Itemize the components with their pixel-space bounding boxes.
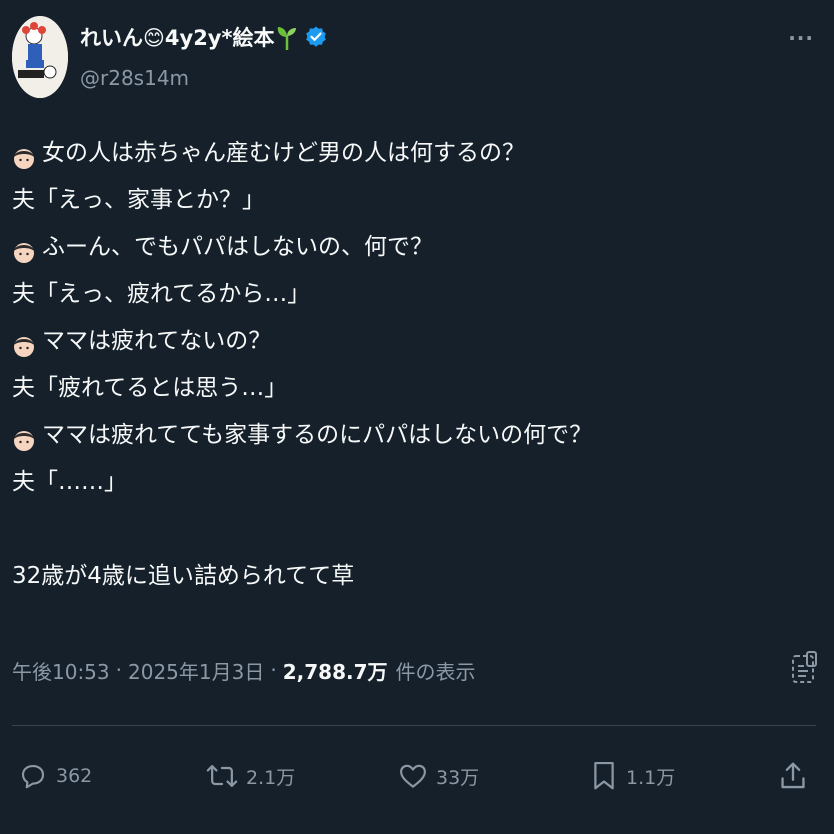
views-label: 件の表示 [395, 659, 476, 684]
tweet-line: 夫「えっ、家事とか？」 [12, 177, 822, 224]
reply-count: 362 [56, 765, 93, 787]
line-text: ふーん、でもパパはしないの、何で？ [42, 234, 433, 260]
repost-icon [206, 765, 238, 787]
share-icon [781, 762, 805, 789]
child-face-icon [12, 235, 36, 263]
tweet-line: ママは疲れてても家事するのにパパはしないの何で？ [12, 412, 822, 459]
like-button[interactable]: 33万 [398, 752, 479, 800]
tweet-time[interactable]: 午後10:53 [12, 656, 110, 685]
tweet-line: 夫「えっ、疲れてるから…」 [12, 271, 822, 318]
reply-button[interactable]: 362 [18, 752, 92, 800]
tweet-meta: 午後10:53 · 2025年1月3日 · 2,788.7万 件の表示 [12, 652, 476, 688]
tweet-line: 夫「疲れてるとは思う…」 [12, 365, 822, 412]
line-text: 夫「疲れてるとは思う…」 [12, 375, 288, 401]
action-bar: 362 2.1万 33万 1.1万 [0, 752, 834, 800]
line-text: ママは疲れてても家事するのにパパはしないの何で？ [42, 422, 593, 448]
author-handle[interactable]: @r28s14m [80, 66, 189, 90]
like-count: 33万 [436, 766, 480, 789]
closing-text: 32歳が4歳に追い詰められてて草 [12, 563, 355, 589]
tweet-line: 32歳が4歳に追い詰められてて草 [12, 553, 822, 600]
analytics-icon[interactable] [790, 650, 818, 686]
repost-count: 2.1万 [246, 766, 296, 789]
tweet-detail: れいん😊4y2y*絵本 @r28s14m ··· 女の人は赤ちゃん産むけど男の人… [0, 0, 834, 834]
line-text: 女の人は赤ちゃん産むけど男の人は何するの？ [42, 140, 525, 166]
bookmark-icon [594, 761, 614, 790]
tweet-date[interactable]: 2025年1月3日 [128, 656, 264, 685]
repost-button[interactable]: 2.1万 [206, 752, 295, 800]
tweet-line: ママは疲れてないの？ [12, 318, 822, 365]
line-text: 夫「……」 [12, 469, 127, 495]
line-text: ママは疲れてないの？ [42, 328, 272, 354]
author-display-name[interactable]: れいん😊4y2y*絵本 [80, 22, 328, 52]
reply-icon [21, 764, 45, 789]
tweet-line: 女の人は赤ちゃん産むけど男の人は何するの？ [12, 130, 822, 177]
share-button[interactable] [778, 752, 816, 800]
line-text: 夫「えっ、疲れてるから…」 [12, 281, 311, 307]
views-count: 2,788.7万 [282, 659, 388, 684]
meta-separator: · [270, 658, 277, 682]
bookmark-button[interactable]: 1.1万 [590, 752, 675, 800]
sprout-icon [276, 24, 298, 50]
tweet-line: 夫「……」 [12, 459, 822, 506]
child-face-icon [12, 141, 36, 169]
verified-badge-icon[interactable] [304, 25, 328, 49]
child-face-icon [12, 423, 36, 451]
display-name-text: れいん😊4y2y*絵本 [80, 26, 275, 50]
divider [12, 725, 816, 726]
tweet-line: ふーん、でもパパはしないの、何で？ [12, 224, 822, 271]
heart-icon [400, 764, 426, 788]
more-options-button[interactable]: ··· [788, 26, 814, 50]
child-face-icon [12, 329, 36, 357]
author-avatar[interactable] [12, 16, 68, 98]
bookmark-count: 1.1万 [626, 766, 676, 789]
line-text: 夫「えっ、家事とか？」 [12, 187, 265, 213]
meta-separator: · [115, 658, 122, 682]
tweet-text: 女の人は赤ちゃん産むけど男の人は何するの？ 夫「えっ、家事とか？」 ふーん、でも… [12, 130, 822, 600]
